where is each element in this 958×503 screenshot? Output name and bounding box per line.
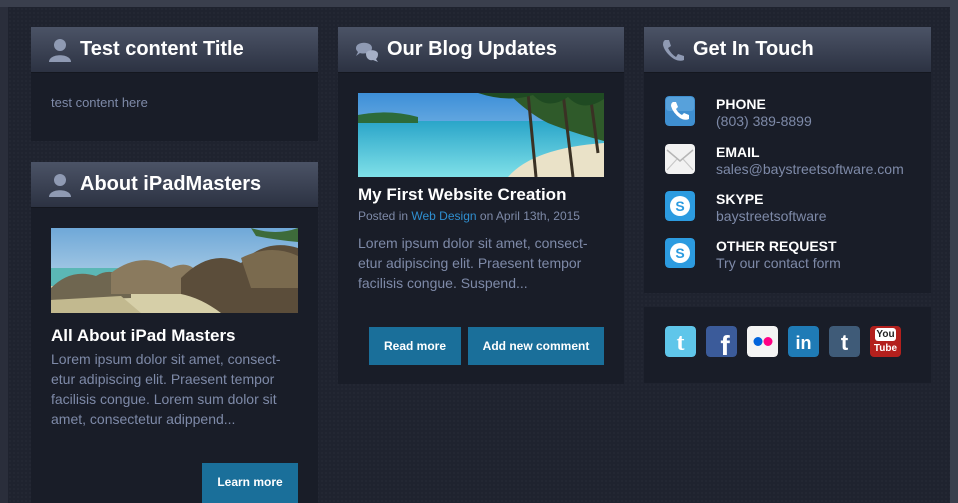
user-icon (49, 39, 71, 62)
body-line: etur adipiscing elit. Praesent tempor (358, 255, 582, 271)
svg-text:in: in (796, 333, 812, 353)
blog-image[interactable] (358, 93, 604, 177)
svg-text:S: S (675, 245, 684, 261)
svg-text:f: f (720, 330, 730, 357)
read-more-button[interactable]: Read more (369, 327, 461, 365)
panel-header: Our Blog Updates (338, 27, 624, 73)
phone-icon (663, 40, 684, 61)
contact-value[interactable]: baystreetsoftware (716, 208, 827, 224)
svg-text:S: S (675, 198, 684, 214)
about-panel: About iPadMasters All About iPad Masters… (31, 162, 318, 503)
envelope-icon (665, 144, 695, 174)
posted-in-label: Posted in (358, 209, 409, 223)
blog-panel: Our Blog Updates My First Website Creati… (338, 27, 624, 384)
post-date: on April 13th, 2015 (479, 209, 580, 223)
page-frame: Test content Title test content here Abo… (0, 0, 958, 503)
contact-panel: Get In Touch PHONE (803) 389-8899 EMAIL … (644, 27, 931, 293)
contact-label: SKYPE (716, 191, 764, 207)
twitter-icon[interactable]: t (665, 326, 696, 357)
body-line: facilisis congue. Lorem sum dolor sit (51, 391, 277, 407)
flickr-icon[interactable] (747, 326, 778, 357)
svg-text:t: t (841, 330, 849, 355)
youtube-tube: Tube (873, 343, 898, 354)
panel-title: Our Blog Updates (387, 38, 558, 60)
panel-header: About iPadMasters (31, 162, 318, 208)
panel-header: Test content Title (31, 27, 318, 73)
chat-bubbles-icon (356, 42, 378, 62)
panel-title: Get In Touch (693, 38, 814, 60)
youtube-icon[interactable]: You Tube (870, 326, 901, 357)
panel-title: Test content Title (80, 38, 244, 60)
post-title[interactable]: My First Website Creation (358, 185, 566, 205)
skype-icon: S (665, 191, 695, 221)
body-line: etur adipiscing elit. Praesent tempor (51, 371, 275, 387)
svg-text:t: t (677, 330, 685, 356)
skype-icon: S (665, 238, 695, 268)
post-excerpt: Lorem ipsum dolor sit amet, consect- etu… (358, 233, 618, 293)
contact-label: PHONE (716, 96, 766, 112)
body-line: Lorem ipsum dolor sit amet, consect- (51, 351, 281, 367)
panel-header: Get In Touch (644, 27, 931, 73)
add-comment-button[interactable]: Add new comment (468, 327, 604, 365)
about-image (51, 228, 298, 313)
youtube-you: You (875, 328, 896, 341)
user-icon (49, 174, 71, 197)
body-line: Lorem ipsum dolor sit amet, consect- (358, 235, 588, 251)
post-meta: Posted in Web Design on April 13th, 2015 (358, 209, 580, 223)
contact-label: OTHER REQUEST (716, 238, 837, 254)
contact-value[interactable]: Try our contact form (716, 255, 841, 271)
contact-label: EMAIL (716, 144, 760, 160)
phone-icon (665, 96, 695, 126)
category-link[interactable]: Web Design (411, 209, 476, 223)
content-area: Test content Title test content here Abo… (8, 7, 950, 503)
panel-title: About iPadMasters (80, 173, 262, 195)
panel-body-text: test content here (51, 95, 148, 110)
facebook-icon[interactable]: f (706, 326, 737, 357)
body-line: amet, consectetur adippend... (51, 411, 236, 427)
about-heading: All About iPad Masters (51, 326, 236, 345)
linkedin-icon[interactable]: in (788, 326, 819, 357)
learn-more-button[interactable]: Learn more (202, 463, 298, 503)
about-body: Lorem ipsum dolor sit amet, consect- etu… (51, 349, 311, 429)
contact-value[interactable]: (803) 389-8899 (716, 113, 812, 129)
test-content-panel: Test content Title test content here (31, 27, 318, 141)
social-panel: t f in t You Tube (644, 307, 931, 383)
body-line: facilisis congue. Suspend... (358, 275, 528, 291)
tumblr-icon[interactable]: t (829, 326, 860, 357)
contact-value[interactable]: sales@baystreetsoftware.com (716, 161, 904, 177)
